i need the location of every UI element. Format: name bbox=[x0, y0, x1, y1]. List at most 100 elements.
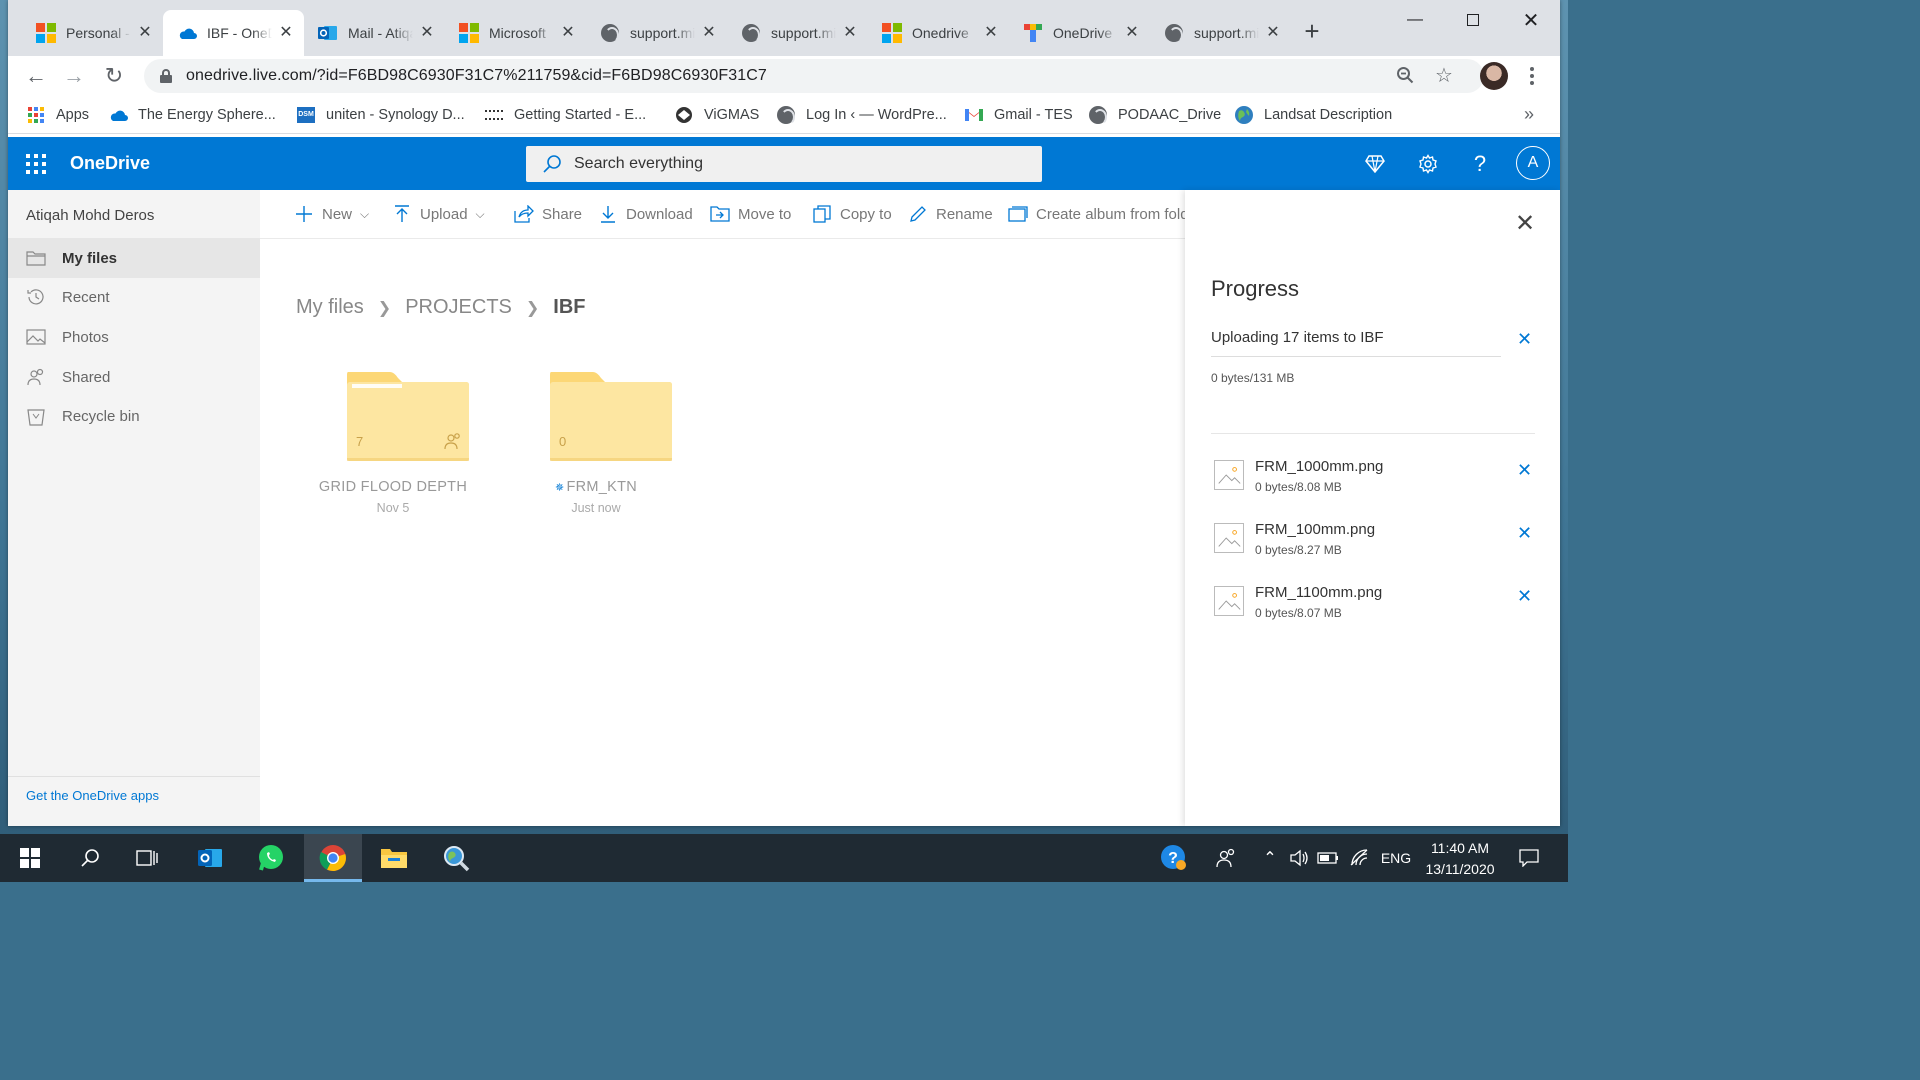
get-apps-link[interactable]: Get the OneDrive apps bbox=[26, 788, 159, 803]
taskbar-clock[interactable]: 11:40 AM 13/11/2020 bbox=[1420, 838, 1500, 880]
folder-name[interactable]: GRID FLOOD DEPTH bbox=[308, 479, 478, 495]
command-label: New bbox=[322, 205, 353, 223]
copy-to-button[interactable]: Copy to bbox=[812, 203, 892, 225]
close-icon[interactable]: ✕ bbox=[842, 25, 858, 41]
wifi-icon[interactable] bbox=[1348, 846, 1372, 870]
bookmark-apps[interactable]: Apps bbox=[26, 104, 89, 126]
folder-name[interactable]: ✵ FRM_KTN bbox=[511, 479, 681, 495]
upload-button[interactable]: Upload ⌵ bbox=[392, 203, 485, 225]
profile-avatar[interactable] bbox=[1480, 62, 1508, 90]
close-icon[interactable]: ✕ bbox=[278, 25, 294, 41]
tab-support-3[interactable]: support.microsoft.com ✕ bbox=[1150, 10, 1291, 56]
image-icon bbox=[26, 327, 46, 347]
sidebar-item-my-files[interactable]: My files bbox=[8, 238, 260, 278]
tab-mail[interactable]: Mail - Atiqah ✕ bbox=[304, 10, 445, 56]
magnifier-globe-icon[interactable] bbox=[440, 842, 472, 874]
browser-menu-icon[interactable] bbox=[1524, 62, 1540, 90]
close-icon[interactable]: ✕ bbox=[1265, 25, 1281, 41]
breadcrumb-item-projects[interactable]: PROJECTS bbox=[405, 296, 512, 319]
cancel-file-button[interactable]: ✕ bbox=[1517, 461, 1532, 479]
tab-onedrive-t[interactable]: OneDrive ✕ bbox=[1009, 10, 1150, 56]
bookmark-podaac[interactable]: PODAAC_Drive bbox=[1088, 104, 1221, 126]
search-box[interactable] bbox=[526, 146, 1042, 182]
help-notification-icon[interactable]: ? bbox=[1158, 845, 1190, 870]
chevron-up-icon[interactable]: ⌃ bbox=[1258, 846, 1282, 870]
windows-start-icon[interactable] bbox=[14, 842, 46, 874]
recycle-bin-icon bbox=[26, 406, 46, 426]
reload-button[interactable]: ↻ bbox=[100, 62, 128, 90]
task-view-icon[interactable] bbox=[131, 842, 163, 874]
search-icon[interactable] bbox=[74, 842, 106, 874]
tab-support-2[interactable]: support.microsoft.com ✕ bbox=[727, 10, 868, 56]
volume-icon[interactable] bbox=[1288, 846, 1312, 870]
tab-microsoft[interactable]: Microsoft ✕ bbox=[445, 10, 586, 56]
back-button[interactable]: ← bbox=[22, 62, 50, 90]
rename-button[interactable]: Rename bbox=[908, 203, 993, 225]
tab-onedrive-ms[interactable]: Onedrive ✕ bbox=[868, 10, 1009, 56]
zoom-icon[interactable] bbox=[1394, 64, 1416, 86]
outlook-icon[interactable] bbox=[194, 842, 226, 874]
close-window-button[interactable]: ✕ bbox=[1502, 6, 1560, 34]
bookmark-wordpress[interactable]: Log In ‹ — WordPre... bbox=[776, 104, 947, 126]
cancel-upload-button[interactable]: ✕ bbox=[1517, 330, 1532, 348]
close-icon[interactable]: ✕ bbox=[137, 25, 153, 41]
bookmark-vigmas[interactable]: ViGMAS bbox=[674, 104, 759, 126]
tab-title: Personal - OneDrive bbox=[66, 25, 131, 41]
url-text[interactable]: onedrive.live.com/?id=F6BD98C6930F31C7%2… bbox=[186, 67, 767, 85]
bookmark-synology[interactable]: DSM uniten - Synology D... bbox=[296, 104, 465, 126]
minimize-button[interactable]: — bbox=[1386, 6, 1444, 34]
bookmarks-overflow-button[interactable]: » bbox=[1524, 104, 1534, 125]
maximize-button[interactable] bbox=[1444, 6, 1502, 34]
whatsapp-icon[interactable] bbox=[255, 842, 287, 874]
sidebar-item-shared[interactable]: Shared bbox=[8, 357, 260, 397]
share-button[interactable]: Share bbox=[514, 203, 582, 225]
bookmark-star-icon[interactable]: ☆ bbox=[1433, 64, 1455, 87]
settings-gear-icon[interactable] bbox=[1411, 147, 1445, 181]
notifications-icon[interactable] bbox=[1516, 846, 1542, 870]
close-icon[interactable]: ✕ bbox=[560, 25, 576, 41]
breadcrumb-item-my-files[interactable]: My files bbox=[296, 296, 364, 319]
folder-tile-frm-ktn[interactable]: 0 ✵ FRM_KTN Just now bbox=[511, 364, 681, 524]
image-file-icon bbox=[1214, 460, 1244, 490]
sidebar-item-recycle-bin[interactable]: Recycle bin bbox=[8, 396, 260, 436]
globe-icon bbox=[600, 23, 620, 43]
help-icon[interactable]: ? bbox=[1463, 147, 1497, 181]
file-explorer-icon[interactable] bbox=[378, 842, 410, 874]
move-to-button[interactable]: Move to bbox=[710, 203, 791, 225]
tab-ibf-onedrive[interactable]: IBF - OneDrive ✕ bbox=[163, 10, 304, 56]
bookmark-energy-sphere[interactable]: The Energy Sphere... bbox=[108, 104, 276, 126]
language-indicator[interactable]: ENG bbox=[1378, 846, 1414, 870]
tab-personal[interactable]: Personal - OneDrive ✕ bbox=[22, 10, 163, 56]
people-icon[interactable] bbox=[1212, 846, 1240, 870]
app-brand[interactable]: OneDrive bbox=[70, 153, 150, 174]
close-icon[interactable]: ✕ bbox=[419, 25, 435, 41]
create-album-button[interactable]: Create album from folder bbox=[1008, 203, 1185, 225]
close-icon[interactable]: ✕ bbox=[701, 25, 717, 41]
sidebar-item-photos[interactable]: Photos bbox=[8, 317, 260, 357]
new-button[interactable]: New ⌵ bbox=[294, 203, 369, 225]
bookmark-gmail[interactable]: Gmail - TES bbox=[964, 104, 1073, 126]
forward-button[interactable]: → bbox=[60, 62, 88, 90]
cancel-file-button[interactable]: ✕ bbox=[1517, 587, 1532, 605]
app-launcher-icon[interactable] bbox=[26, 154, 46, 174]
folder-tile-grid-flood-depth[interactable]: 7 GRID FLOOD DEPTH Nov 5 bbox=[308, 364, 478, 524]
close-icon[interactable]: ✕ bbox=[1124, 25, 1140, 41]
download-button[interactable]: Download bbox=[598, 203, 693, 225]
close-icon[interactable]: ✕ bbox=[983, 25, 999, 41]
premium-diamond-icon[interactable] bbox=[1358, 147, 1392, 181]
chrome-icon[interactable] bbox=[317, 842, 349, 874]
tab-support-1[interactable]: support.microsoft.com ✕ bbox=[586, 10, 727, 56]
lock-icon[interactable] bbox=[160, 69, 172, 83]
battery-icon[interactable] bbox=[1316, 846, 1340, 870]
tab-title: Microsoft bbox=[489, 25, 546, 41]
sidebar-item-recent[interactable]: Recent bbox=[8, 277, 260, 317]
close-panel-button[interactable]: ✕ bbox=[1515, 212, 1535, 236]
search-input[interactable] bbox=[574, 155, 994, 173]
address-bar[interactable]: onedrive.live.com/?id=F6BD98C6930F31C7%2… bbox=[144, 59, 1484, 93]
new-tab-button[interactable]: + bbox=[1298, 18, 1326, 46]
cancel-file-button[interactable]: ✕ bbox=[1517, 524, 1532, 542]
bookmark-landsat[interactable]: Landsat Description bbox=[1234, 104, 1392, 126]
account-avatar[interactable]: A bbox=[1516, 146, 1550, 180]
bookmark-getting-started[interactable]: Getting Started - E... bbox=[484, 104, 646, 126]
command-label: Move to bbox=[738, 205, 792, 223]
